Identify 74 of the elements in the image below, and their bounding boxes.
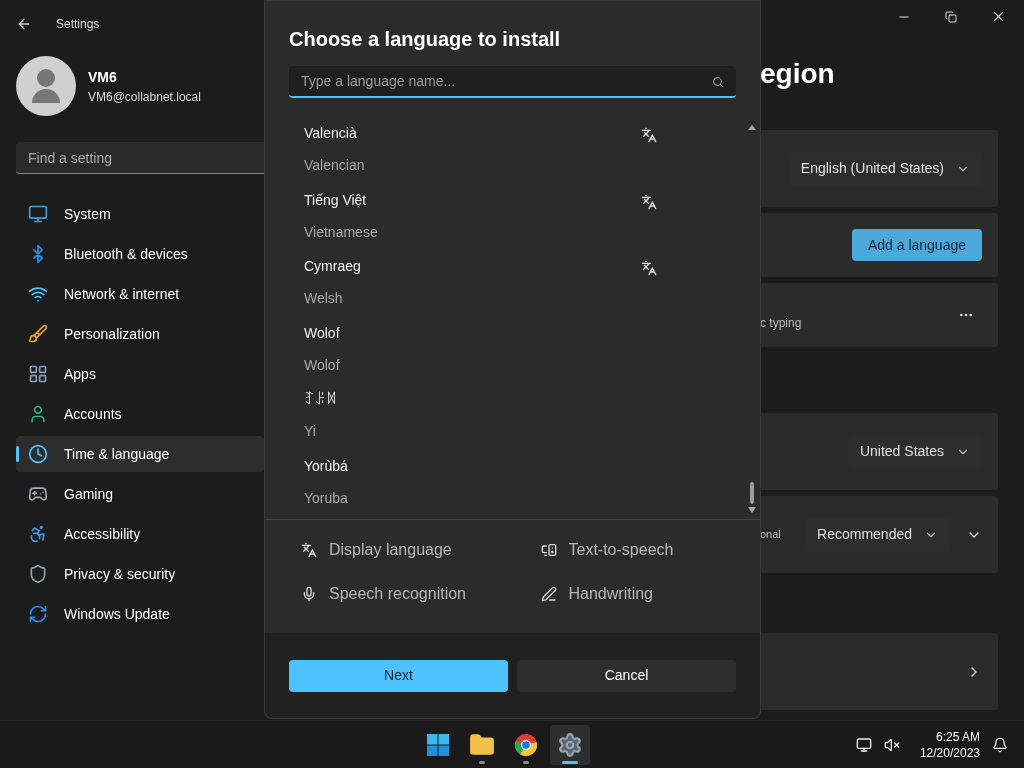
network-icon[interactable] — [855, 736, 872, 753]
window-title: Settings — [56, 16, 100, 33]
close-icon[interactable] — [991, 9, 1006, 24]
update-icon — [28, 604, 48, 624]
language-english-name: Wolof — [304, 355, 340, 375]
sidebar-item[interactable]: Windows Update — [16, 596, 264, 632]
language-english-name: Vietnamese — [304, 222, 378, 242]
language-english-name: Valencian — [304, 156, 365, 175]
card-text: c typing — [760, 315, 802, 332]
next-button[interactable]: Next — [289, 659, 508, 692]
feature-label: Handwriting — [568, 584, 653, 604]
language-english-name: Yi — [304, 422, 317, 441]
feature-label: Display language — [329, 540, 452, 560]
gear-icon — [557, 731, 583, 758]
sidebar-item[interactable]: Gaming — [16, 476, 264, 512]
language-native-name: Tiếng Việt — [304, 190, 368, 210]
language-native-name: Wolof — [304, 323, 340, 343]
language-native-name: Yorùbá — [304, 456, 348, 476]
pen-icon — [540, 586, 557, 602]
language-icon — [301, 542, 317, 558]
language-item[interactable]: Tiếng Việt Vietnamese — [304, 186, 747, 253]
feature-label: Text-to-speech — [568, 540, 674, 560]
apps-icon — [28, 364, 48, 384]
back-icon[interactable] — [16, 16, 32, 32]
language-english-name: Yoruba — [304, 488, 348, 508]
notification-icon[interactable] — [992, 736, 1008, 753]
clock-icon — [28, 444, 48, 464]
sidebar-item[interactable]: Bluetooth & devices — [16, 236, 264, 272]
language-native-name: Cymraeg — [304, 257, 361, 276]
monitor-speech-icon — [540, 542, 557, 558]
language-item[interactable]: Yorùbá Yoruba — [304, 452, 747, 519]
person-icon — [28, 404, 48, 424]
language-item[interactable]: Valencià Valencian — [304, 120, 747, 187]
dialog-title: Choose a language to install — [289, 29, 562, 49]
avatar — [16, 56, 76, 116]
clock-time: 6:25 AM — [935, 728, 980, 745]
card-text: onal — [760, 527, 781, 543]
sidebar-item[interactable]: Personalization — [16, 316, 264, 352]
language-item[interactable]: Cymraeg Welsh — [304, 253, 747, 320]
brush-icon — [28, 324, 48, 344]
language-item[interactable]: Wolof Wolof — [304, 319, 747, 386]
clock-date: 12/20/2023 — [919, 744, 980, 761]
sidebar-item[interactable]: Time & language — [16, 436, 264, 472]
browser-icon — [514, 732, 538, 757]
gamepad-icon — [28, 484, 48, 504]
microphone-icon — [301, 586, 317, 602]
add-language-button[interactable]: Add a language — [851, 229, 982, 261]
search-icon — [712, 76, 724, 88]
language-native-name: ꆈꌠꉙ — [304, 390, 337, 409]
cancel-button[interactable]: Cancel — [517, 659, 736, 692]
sidebar-item[interactable]: Privacy & security — [16, 556, 264, 592]
restore-icon[interactable] — [945, 11, 957, 23]
sidebar-item[interactable]: System — [16, 196, 264, 232]
language-item[interactable]: ꆈꌠꉙ Yi — [304, 386, 747, 453]
windows-logo-icon — [426, 732, 450, 757]
language-native-name: Valencià — [304, 124, 358, 143]
folder-icon — [469, 731, 495, 758]
language-english-name: Welsh — [304, 289, 344, 308]
language-search-field[interactable]: Type a language name... — [289, 66, 736, 98]
taskbar-app[interactable] — [550, 724, 590, 765]
sidebar-item[interactable]: Apps — [16, 356, 264, 392]
feature-label: Speech recognition — [329, 584, 466, 604]
monitor-icon — [28, 204, 48, 224]
search-field[interactable]: Find a setting — [16, 142, 264, 174]
page-title: egion — [760, 60, 836, 91]
accessibility-icon — [28, 524, 48, 544]
sidebar-item[interactable]: Accounts — [16, 396, 264, 432]
wifi-icon — [28, 284, 48, 304]
shield-icon — [28, 564, 48, 584]
account-email: VM6@collabnet.local — [88, 88, 201, 106]
sidebar-item[interactable]: Network & internet — [16, 276, 264, 312]
sidebar-item[interactable]: Accessibility — [16, 516, 264, 552]
muted-speaker-icon[interactable] — [883, 736, 900, 753]
account-name: VM6 — [88, 67, 118, 87]
